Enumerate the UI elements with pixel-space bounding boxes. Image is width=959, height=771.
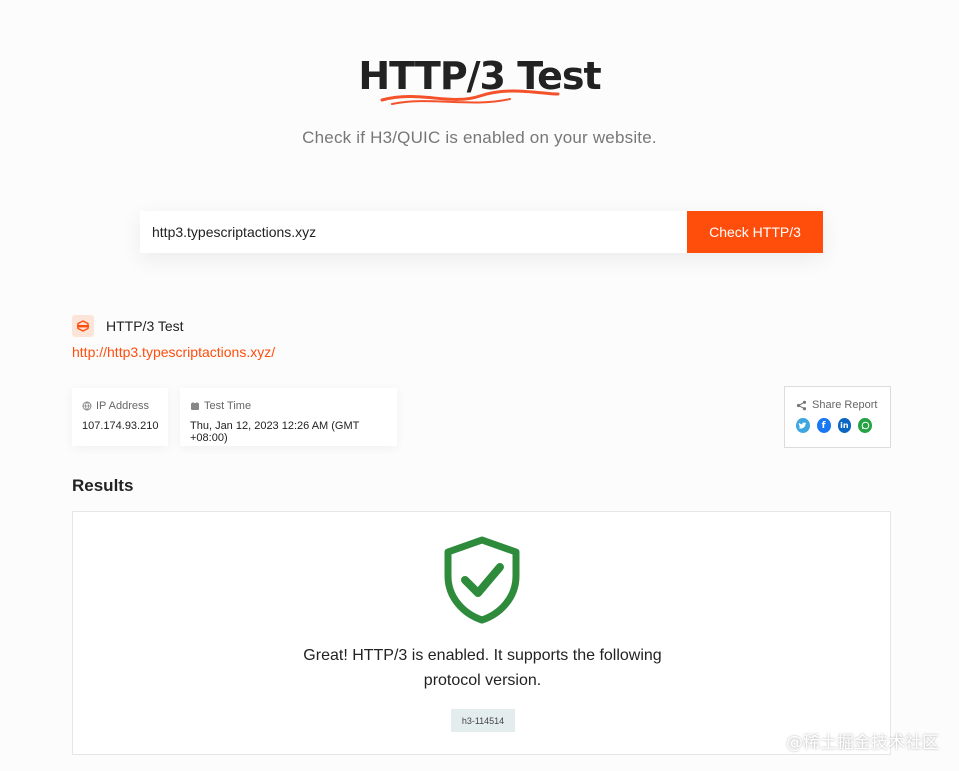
report-title: HTTP/3 Test — [106, 318, 184, 334]
share-report-label: Share Report — [812, 399, 878, 411]
results-panel: Great! HTTP/3 is enabled. It supports th… — [72, 511, 891, 755]
search-form: Check HTTP/3 — [140, 211, 823, 253]
ip-address-label: IP Address — [96, 400, 149, 412]
test-time-label-row: Test Time — [190, 400, 387, 412]
result-message: Great! HTTP/3 is enabled. It supports th… — [303, 647, 662, 689]
report-header: HTTP/3 Test — [72, 315, 184, 337]
facebook-icon[interactable]: f — [816, 418, 831, 433]
share-icons: f in — [796, 418, 879, 433]
ip-address-label-row: IP Address — [82, 400, 158, 412]
ip-address-card: IP Address 107.174.93.210 — [72, 388, 168, 446]
results-heading: Results — [72, 476, 134, 495]
protocol-version-badge: h3-114514 — [451, 709, 515, 732]
ip-address-value: 107.174.93.210 — [82, 420, 159, 432]
shield-check-icon — [444, 536, 520, 624]
check-http3-button[interactable]: Check HTTP/3 — [687, 211, 823, 253]
test-time-card: Test Time Thu, Jan 12, 2023 12:26 AM (GM… — [180, 388, 397, 446]
report-url-link[interactable]: http://http3.typescriptactions.xyz/ — [72, 344, 275, 360]
url-input[interactable] — [140, 211, 687, 253]
page-subtitle: Check if H3/QUIC is enabled on your webs… — [302, 128, 657, 147]
share-report-card: Share Report f in — [784, 386, 891, 448]
share-report-label-row: Share Report — [796, 399, 879, 411]
test-time-label: Test Time — [204, 400, 252, 412]
calendar-icon — [191, 402, 199, 410]
twitter-icon[interactable] — [796, 418, 810, 433]
whatsapp-icon[interactable] — [858, 418, 872, 433]
globe-icon — [82, 401, 92, 411]
header: HTTP/3 Test — [0, 54, 959, 105]
page-title: HTTP/3 Test — [358, 54, 602, 105]
page: HTTP/3 Test Check if H3/QUIC is enabled … — [0, 0, 959, 771]
test-time-value: Thu, Jan 12, 2023 12:26 AM (GMT +08:00) — [190, 420, 360, 444]
http3-logo-icon — [72, 315, 94, 337]
share-icon — [796, 400, 807, 410]
watermark: @稀土掘金技术社区 — [786, 733, 939, 753]
linkedin-icon[interactable]: in — [837, 418, 852, 433]
title-underline-swoosh — [380, 89, 560, 105]
